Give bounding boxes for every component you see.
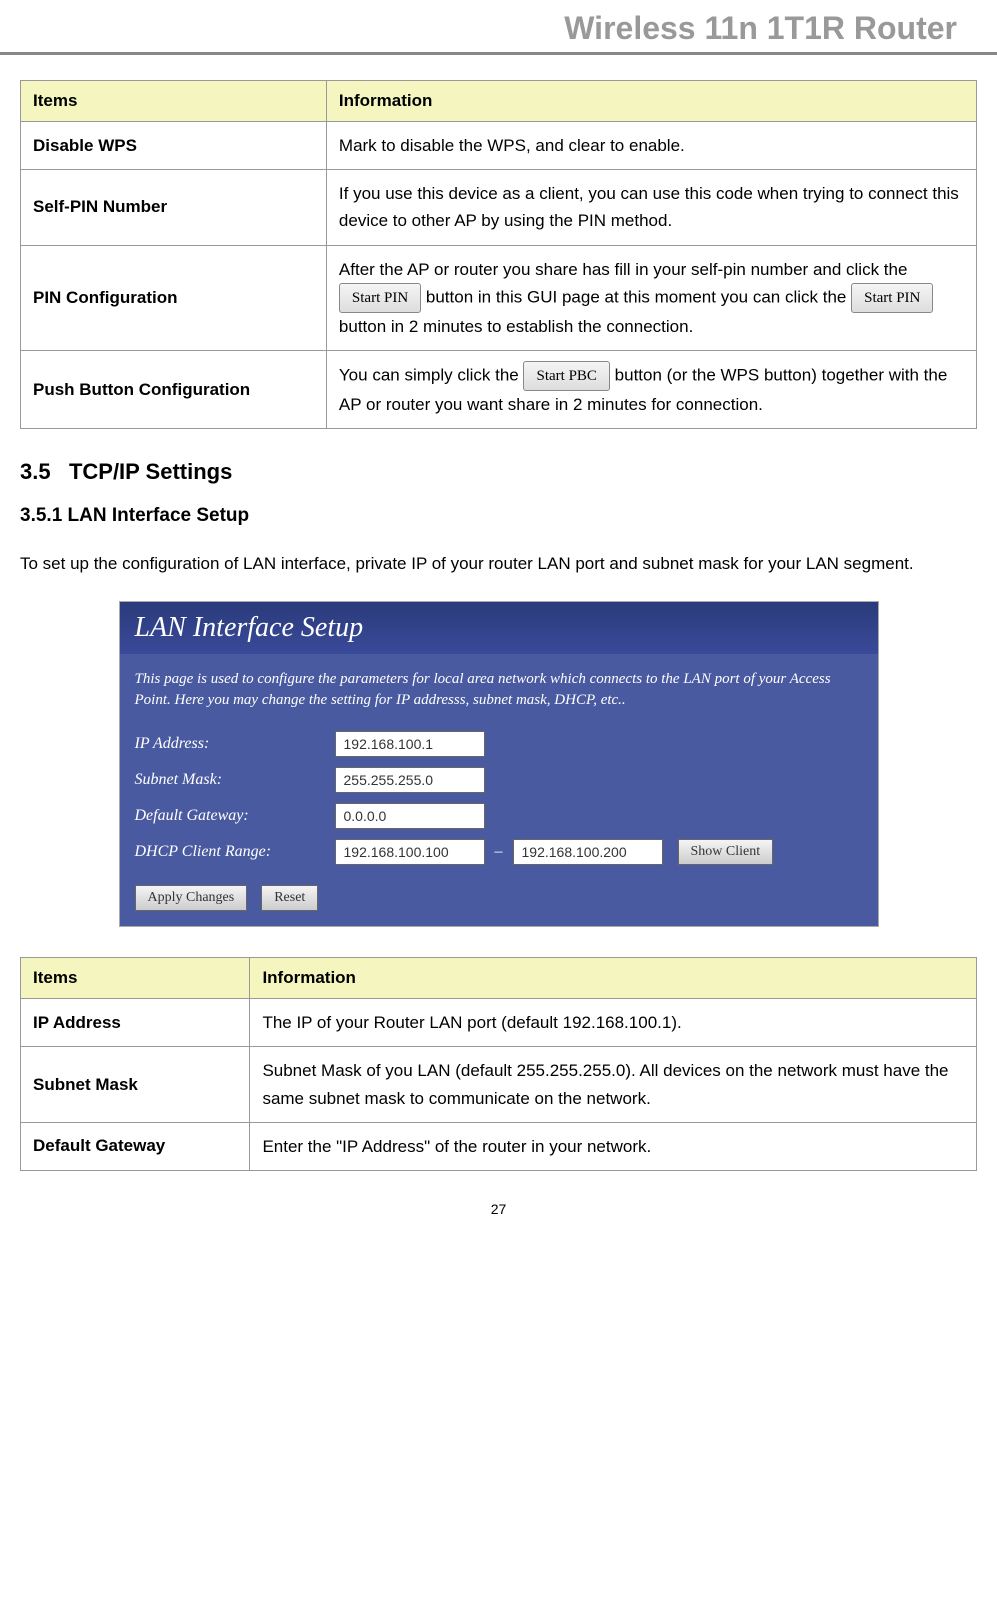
text-part: You can simply click the — [339, 365, 524, 384]
section-heading: 3.5 TCP/IP Settings — [20, 459, 977, 485]
subsection-heading: 3.5.1 LAN Interface Setup — [20, 505, 977, 527]
table-row: Self-PIN Number If you use this device a… — [21, 170, 977, 245]
table-header-info: Information — [250, 958, 977, 999]
subsection-title: LAN Interface Setup — [68, 505, 250, 526]
subnet-mask-row: Subnet Mask: — [135, 767, 863, 793]
dhcp-end-input[interactable] — [513, 839, 663, 865]
button-row: Apply Changes Reset — [135, 885, 863, 911]
dhcp-range-label: DHCP Client Range: — [135, 843, 335, 861]
content-area: Items Information Disable WPS Mark to di… — [0, 80, 997, 1171]
start-pbc-button[interactable]: Start PBC — [523, 361, 609, 391]
wps-table: Items Information Disable WPS Mark to di… — [20, 80, 977, 429]
screenshot-description: This page is used to configure the param… — [135, 669, 863, 711]
ip-address-label: IP Address: — [135, 735, 335, 753]
intro-paragraph: To set up the configuration of LAN inter… — [20, 547, 977, 581]
apply-changes-button[interactable]: Apply Changes — [135, 885, 248, 911]
table-row: Default Gateway Enter the "IP Address" o… — [21, 1122, 977, 1170]
subnet-mask-label: Subnet Mask: — [135, 771, 335, 789]
table-header-items: Items — [21, 958, 250, 999]
dash-separator: – — [495, 843, 503, 861]
info-cell: Enter the "IP Address" of the router in … — [250, 1122, 977, 1170]
default-gateway-row: Default Gateway: — [135, 803, 863, 829]
info-cell: Subnet Mask of you LAN (default 255.255.… — [250, 1047, 977, 1122]
subnet-mask-input[interactable] — [335, 767, 485, 793]
dhcp-range-row: DHCP Client Range: – Show Client — [135, 839, 863, 865]
table-row: IP Address The IP of your Router LAN por… — [21, 999, 977, 1047]
screenshot-body: This page is used to configure the param… — [120, 654, 878, 926]
dhcp-start-input[interactable] — [335, 839, 485, 865]
info-cell: The IP of your Router LAN port (default … — [250, 999, 977, 1047]
subsection-number: 3.5.1 — [20, 505, 62, 526]
ip-address-row: IP Address: — [135, 731, 863, 757]
default-gateway-label: Default Gateway: — [135, 807, 335, 825]
table-row: Disable WPS Mark to disable the WPS, and… — [21, 122, 977, 170]
start-pin-button[interactable]: Start PIN — [339, 283, 421, 313]
start-pin-button[interactable]: Start PIN — [851, 283, 933, 313]
text-part: button in this GUI page at this moment y… — [426, 287, 851, 306]
page-number: 27 — [0, 1201, 997, 1227]
info-cell: After the AP or router you share has fil… — [326, 245, 976, 350]
info-cell: If you use this device as a client, you … — [326, 170, 976, 245]
item-cell: PIN Configuration — [21, 245, 327, 350]
info-cell: Mark to disable the WPS, and clear to en… — [326, 122, 976, 170]
lan-setup-screenshot: LAN Interface Setup This page is used to… — [119, 601, 879, 927]
reset-button[interactable]: Reset — [261, 885, 318, 911]
lan-info-table: Items Information IP Address The IP of y… — [20, 957, 977, 1171]
section-title: TCP/IP Settings — [69, 459, 232, 484]
show-client-button[interactable]: Show Client — [678, 839, 774, 865]
table-header-items: Items — [21, 81, 327, 122]
screenshot-title: LAN Interface Setup — [120, 602, 878, 654]
item-cell: Push Button Configuration — [21, 350, 327, 428]
page-header: Wireless 11n 1T1R Router — [0, 0, 997, 55]
item-cell: Default Gateway — [21, 1122, 250, 1170]
item-cell: IP Address — [21, 999, 250, 1047]
text-part: button in 2 minutes to establish the con… — [339, 317, 693, 336]
item-cell: Self-PIN Number — [21, 170, 327, 245]
table-header-info: Information — [326, 81, 976, 122]
info-cell: You can simply click the Start PBC butto… — [326, 350, 976, 428]
section-number: 3.5 — [20, 459, 51, 484]
table-row: Subnet Mask Subnet Mask of you LAN (defa… — [21, 1047, 977, 1122]
table-row: Push Button Configuration You can simply… — [21, 350, 977, 428]
item-cell: Disable WPS — [21, 122, 327, 170]
ip-address-input[interactable] — [335, 731, 485, 757]
item-cell: Subnet Mask — [21, 1047, 250, 1122]
default-gateway-input[interactable] — [335, 803, 485, 829]
table-row: PIN Configuration After the AP or router… — [21, 245, 977, 350]
text-part: After the AP or router you share has fil… — [339, 260, 908, 279]
